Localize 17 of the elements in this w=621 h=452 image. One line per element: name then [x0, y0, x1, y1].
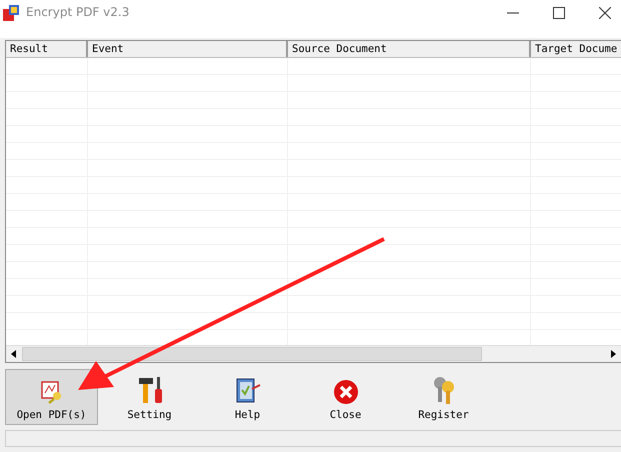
close-circle-icon: [332, 379, 358, 405]
toolbar-button[interactable]: Help: [201, 369, 294, 425]
toolbar-button[interactable]: Setting: [103, 369, 196, 425]
maximize-icon[interactable]: [553, 7, 565, 19]
column-header[interactable]: Event: [88, 41, 288, 57]
window-title: Encrypt PDF v2.3: [26, 5, 130, 19]
close-icon[interactable]: [599, 7, 611, 19]
toolbar-button[interactable]: Register: [397, 369, 490, 425]
help-book-icon: [234, 377, 262, 405]
horizontal-scrollbar[interactable]: [6, 345, 621, 362]
app-icon: [2, 4, 20, 22]
toolbar-button[interactable]: Close: [299, 369, 392, 425]
toolbar-button[interactable]: Open PDF(s): [5, 369, 98, 425]
column-header[interactable]: Result: [6, 41, 88, 57]
column-header[interactable]: Source Document: [288, 41, 531, 57]
scroll-thumb[interactable]: [22, 347, 482, 361]
column-header[interactable]: Target Docume: [531, 41, 621, 57]
